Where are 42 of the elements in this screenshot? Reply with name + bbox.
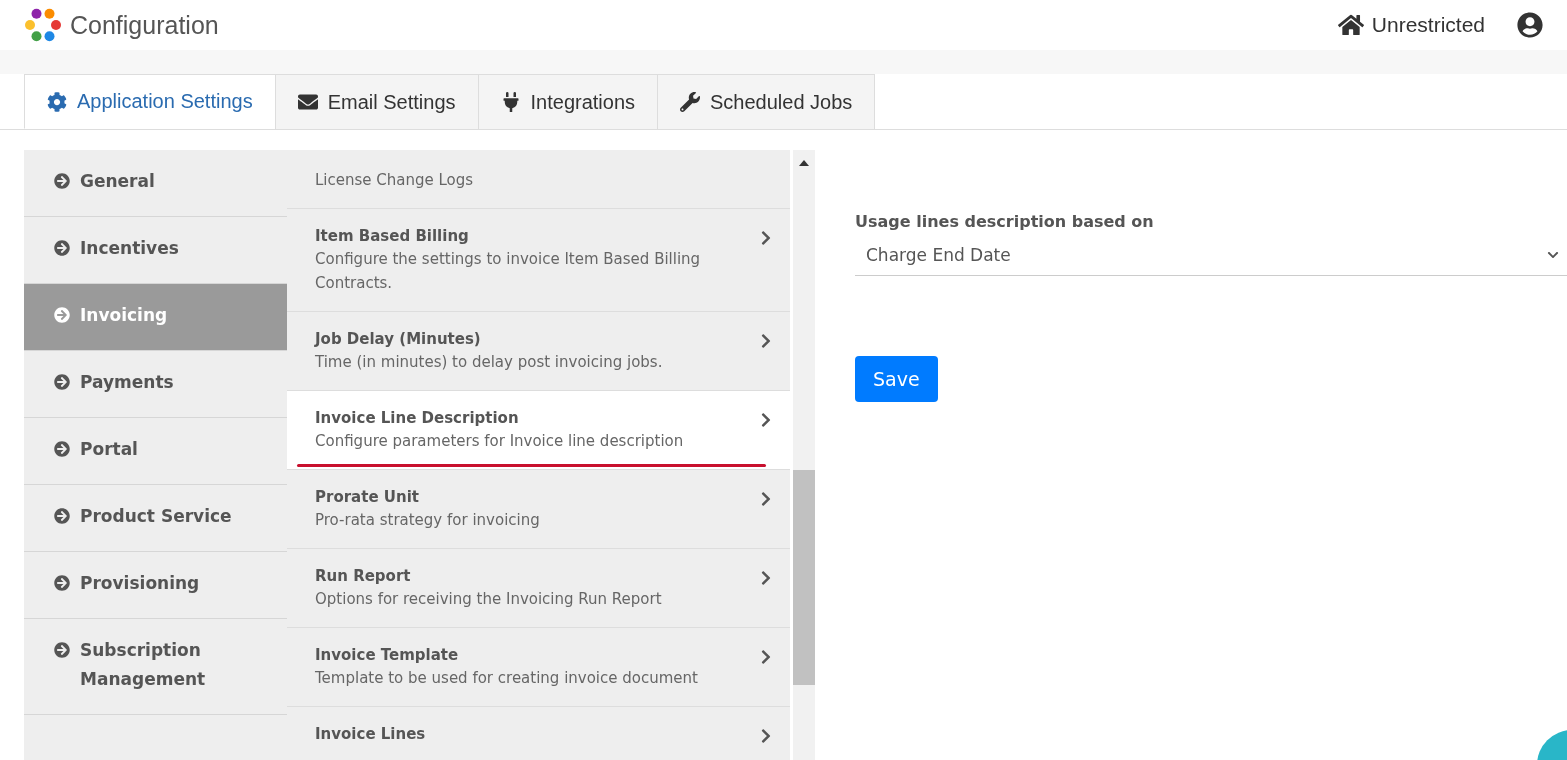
save-button[interactable]: Save	[855, 356, 938, 402]
settings-tab[interactable]: Integrations	[477, 74, 659, 129]
sidebar-item-label: Product Service	[80, 505, 232, 528]
envelope-icon	[297, 92, 318, 112]
sidebar-item-label: Portal	[80, 438, 138, 461]
setting-description: License Change Logs	[315, 170, 475, 191]
sidebar-item-label: Subscription Management	[80, 639, 207, 691]
scrollbar-thumb[interactable]	[793, 470, 815, 685]
setting-description: Pro-rata strategy for invoicing	[315, 510, 541, 531]
setting-title: Job Delay (Minutes)	[315, 330, 482, 348]
sidebar-item-label: Provisioning	[80, 572, 200, 595]
description-select[interactable]: Charge End Date	[855, 239, 1567, 276]
setting-title: Invoice Template	[315, 646, 460, 664]
setting-title: Item Based Billing	[315, 227, 470, 245]
setting-description: Configure parameters for Invoice line description	[315, 431, 685, 452]
setting-title: Invoice Lines	[315, 725, 427, 743]
sidebar-item-label: Invoicing	[80, 304, 168, 327]
setting-description: Configure the settings to invoice Item Based Billing Contracts.	[315, 249, 702, 294]
logo-icon	[24, 6, 62, 44]
chevron-down-icon	[1547, 249, 1559, 261]
home-icon	[1337, 12, 1364, 38]
gear-icon	[47, 91, 67, 112]
setting-title: Prorate Unit	[315, 488, 420, 506]
scroll-up-icon[interactable]	[799, 160, 809, 166]
setting-description: Options for receiving the Invoicing Run Report	[315, 589, 663, 610]
sidebar-item-label: Payments	[80, 371, 174, 394]
sidebar-item-label: General	[80, 170, 155, 193]
page-title: Configuration	[70, 10, 219, 40]
field-label: Usage lines description based on	[855, 212, 1155, 231]
wrench-icon	[680, 92, 701, 112]
settings-tab[interactable]: Scheduled Jobs	[657, 74, 876, 129]
settings-tab[interactable]: Email Settings	[274, 74, 479, 129]
settings-list-item[interactable]: Invoice Line Description Configure parameters for Invoice line description	[287, 391, 790, 470]
setting-description: Time (in minutes) to delay post invoicing jobs.	[315, 352, 664, 373]
scrollbar[interactable]	[793, 150, 815, 760]
settings-tab[interactable]: Application Settings	[24, 74, 276, 129]
setting-title: Invoice Line Description	[315, 409, 520, 427]
setting-description: Template to be used for creating invoice document	[315, 668, 699, 689]
setting-title: Run Report	[315, 567, 412, 585]
access-level: Unrestricted	[1371, 13, 1485, 37]
sidebar-item-label: Incentives	[80, 237, 179, 260]
user-avatar-icon[interactable]	[1517, 12, 1543, 38]
